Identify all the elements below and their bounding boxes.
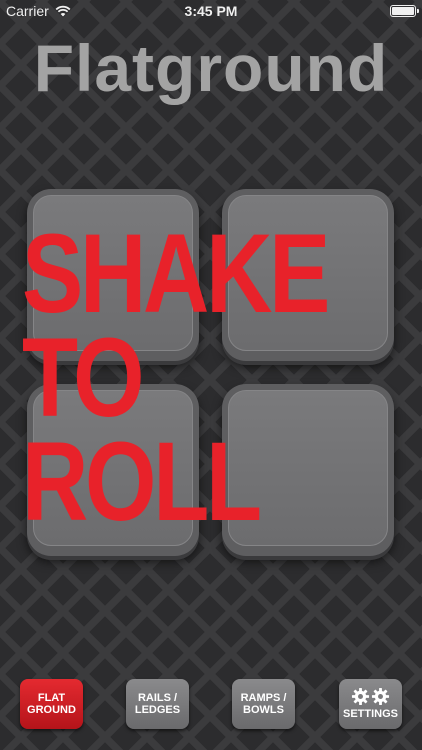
nav-label: GROUND (27, 704, 76, 716)
nav-label: RAILS / (137, 691, 178, 704)
shake-line: ROLL (22, 419, 262, 545)
shake-line: TO (22, 315, 145, 441)
nav-label: SETTINGS (342, 708, 398, 721)
status-bar: Carrier 3:45 PM (0, 0, 422, 22)
nav-flat-ground-button[interactable]: FLAT GROUND (20, 679, 83, 729)
app-title: Flatground (33, 31, 389, 105)
gear-icon (371, 688, 390, 706)
status-right (390, 5, 419, 17)
gears-group (351, 687, 390, 706)
status-time: 3:45 PM (184, 3, 238, 19)
nav-settings-button[interactable]: SETTINGS (339, 679, 402, 729)
shake-line: SHAKE (22, 211, 330, 336)
battery-fill (392, 7, 414, 15)
battery-icon (390, 5, 419, 17)
nav-ramps-bowls-button[interactable]: RAMPS / BOWLS (232, 679, 295, 729)
nav-label: LEDGES (134, 704, 181, 716)
shake-to-roll-banner: SHAKE TO ROLL (22, 211, 412, 545)
nav-label: BOWLS (243, 704, 284, 716)
gear-icon (351, 688, 370, 706)
nav-label: FLAT (37, 691, 66, 704)
nav-label: RAMPS / (240, 691, 287, 704)
nav-rails-ledges-button[interactable]: RAILS / LEDGES (126, 679, 189, 729)
